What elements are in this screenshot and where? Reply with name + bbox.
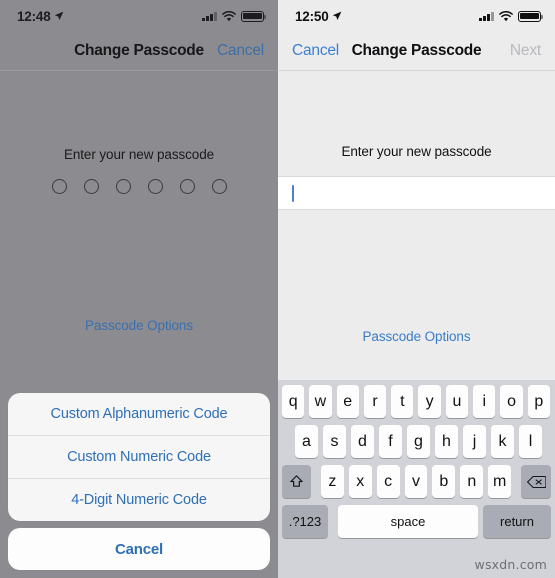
left-nav-bar: Change Passcode Cancel bbox=[0, 32, 278, 70]
passcode-dot bbox=[179, 179, 195, 194]
next-button[interactable]: Next bbox=[510, 42, 541, 60]
keyboard-row-2: a s d f g h j k l bbox=[278, 425, 555, 458]
passcode-dots bbox=[0, 179, 278, 194]
backspace-delete-icon bbox=[526, 475, 546, 488]
passcode-prompt: Enter your new passcode bbox=[341, 144, 492, 159]
right-status-icons bbox=[479, 10, 544, 22]
battery-icon bbox=[518, 10, 544, 22]
action-sheet-item-alphanumeric[interactable]: Custom Alphanumeric Code bbox=[8, 393, 270, 436]
passcode-options-link[interactable]: Passcode Options bbox=[0, 318, 278, 333]
key-x[interactable]: x bbox=[348, 465, 372, 498]
keyboard-row-1: q w e r t y u i o p bbox=[278, 385, 555, 418]
key-a[interactable]: a bbox=[295, 425, 318, 458]
key-o[interactable]: o bbox=[500, 385, 523, 418]
dual-screenshot-container: 12:48 Change Passcode Cancel Enter your … bbox=[0, 0, 555, 578]
key-i[interactable]: i bbox=[473, 385, 496, 418]
key-n[interactable]: n bbox=[460, 465, 484, 498]
watermark: wsxdn.com bbox=[474, 557, 547, 572]
right-status-bar: 12:50 bbox=[278, 0, 555, 32]
right-status-time-group: 12:50 bbox=[295, 9, 342, 24]
action-sheet-item-numeric[interactable]: Custom Numeric Code bbox=[8, 436, 270, 479]
keyboard-row-4: .?123 space return bbox=[278, 505, 555, 538]
right-nav-bar: Cancel Change Passcode Next bbox=[278, 32, 555, 70]
left-status-bar: 12:48 bbox=[0, 0, 278, 32]
key-q[interactable]: q bbox=[282, 385, 305, 418]
key-u[interactable]: u bbox=[445, 385, 469, 418]
wifi-icon bbox=[222, 10, 236, 21]
passcode-dot bbox=[115, 179, 131, 194]
key-t[interactable]: t bbox=[391, 385, 414, 418]
key-z[interactable]: z bbox=[320, 465, 344, 498]
delete-key[interactable] bbox=[521, 465, 551, 498]
key-b[interactable]: b bbox=[432, 465, 456, 498]
left-status-time-group: 12:48 bbox=[17, 9, 64, 24]
key-y[interactable]: y bbox=[418, 385, 441, 418]
key-f[interactable]: f bbox=[379, 425, 402, 458]
key-j[interactable]: j bbox=[463, 425, 486, 458]
status-bar-time: 12:50 bbox=[295, 8, 329, 24]
key-g[interactable]: g bbox=[407, 425, 430, 458]
passcode-dot bbox=[51, 179, 67, 194]
shift-key[interactable] bbox=[282, 465, 311, 498]
cellular-signal-icon bbox=[479, 11, 494, 21]
passcode-prompt: Enter your new passcode bbox=[63, 147, 215, 162]
key-v[interactable]: v bbox=[404, 465, 428, 498]
action-sheet-cancel-button[interactable]: Cancel bbox=[8, 528, 270, 570]
key-w[interactable]: w bbox=[309, 385, 332, 418]
return-key[interactable]: return bbox=[483, 505, 551, 538]
left-status-icons bbox=[202, 10, 267, 22]
key-h[interactable]: h bbox=[435, 425, 458, 458]
action-sheet: Custom Alphanumeric Code Custom Numeric … bbox=[8, 393, 270, 578]
passcode-dot bbox=[147, 179, 163, 194]
right-phone-screen: 12:50 Cancel Change Passcode Next Enter … bbox=[278, 0, 555, 578]
wifi-icon bbox=[499, 10, 513, 21]
key-c[interactable]: c bbox=[376, 465, 400, 498]
key-e[interactable]: e bbox=[336, 385, 359, 418]
shift-arrow-icon bbox=[290, 475, 303, 487]
left-content-area: Enter your new passcode Passcode Options… bbox=[0, 71, 278, 578]
action-sheet-item-four-digit[interactable]: 4-Digit Numeric Code bbox=[8, 479, 270, 521]
passcode-dot bbox=[211, 179, 227, 194]
passcode-dot bbox=[83, 179, 99, 194]
action-sheet-options: Custom Alphanumeric Code Custom Numeric … bbox=[8, 393, 270, 521]
status-bar-time: 12:48 bbox=[17, 8, 51, 24]
key-l[interactable]: l bbox=[519, 425, 542, 458]
key-p[interactable]: p bbox=[527, 385, 550, 418]
key-k[interactable]: k bbox=[491, 425, 514, 458]
location-arrow-icon bbox=[332, 11, 341, 20]
onscreen-keyboard: q w e r t y u i o p a s d f g h j k l z … bbox=[278, 380, 555, 578]
cancel-button[interactable]: Cancel bbox=[217, 42, 264, 60]
key-m[interactable]: m bbox=[488, 465, 512, 498]
cellular-signal-icon bbox=[202, 11, 217, 21]
key-s[interactable]: s bbox=[323, 425, 346, 458]
key-r[interactable]: r bbox=[363, 385, 387, 418]
key-d[interactable]: d bbox=[351, 425, 374, 458]
cancel-button[interactable]: Cancel bbox=[292, 42, 339, 60]
location-arrow-icon bbox=[54, 11, 63, 20]
passcode-input-field[interactable] bbox=[278, 176, 555, 210]
passcode-options-link[interactable]: Passcode Options bbox=[278, 329, 555, 344]
space-key[interactable]: space bbox=[338, 505, 478, 538]
numbers-key[interactable]: .?123 bbox=[282, 505, 328, 538]
keyboard-row-3: z x c v b n m bbox=[278, 465, 555, 498]
text-cursor bbox=[292, 184, 294, 202]
left-phone-screen: 12:48 Change Passcode Cancel Enter your … bbox=[0, 0, 278, 578]
right-content-area: Enter your new passcode Passcode Options… bbox=[278, 71, 555, 578]
battery-icon bbox=[241, 10, 267, 22]
